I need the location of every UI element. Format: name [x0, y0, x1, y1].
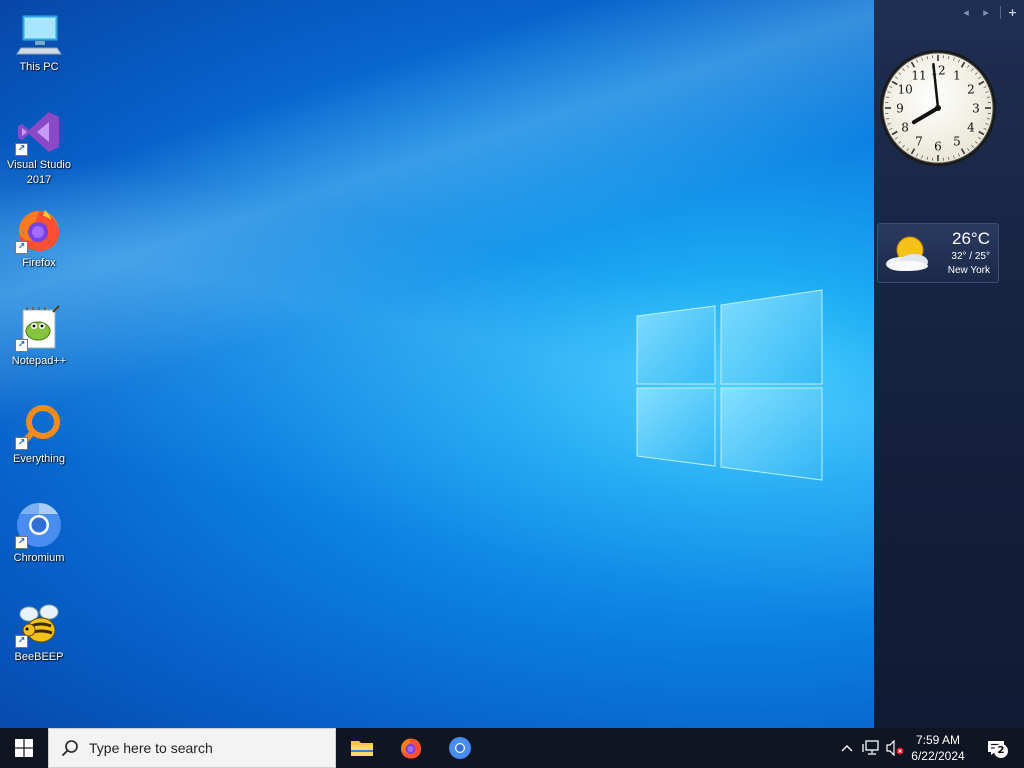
- taskbar: Type here to search 7:59 AM 6/22/2024 2: [0, 728, 1024, 768]
- desktop-icon-label: This PC: [19, 61, 59, 73]
- desktop-icon-label: Everything: [13, 453, 65, 465]
- computer-icon: [15, 10, 63, 58]
- clock-numeral: 3: [972, 102, 980, 116]
- clock-numeral: 2: [967, 83, 975, 97]
- desktop[interactable]: This PC ↗ Visual Studio 2017 ↗ Firefox ↗…: [0, 0, 1024, 728]
- everything-search-icon: ↗: [15, 402, 63, 450]
- notepadpp-icon: ↗: [15, 304, 63, 352]
- tray-date: 6/22/2024: [911, 749, 965, 763]
- desktop-icon-label: Firefox: [22, 257, 56, 269]
- clock-numeral: 8: [901, 121, 909, 135]
- desktop-icon-label: Notepad++: [11, 355, 67, 367]
- gadget-sidebar: ◂ ▸ + 12 1 2 3 4 5 6 7 8 9 10 11 26°C 32° / 25° New…: [874, 0, 1024, 728]
- folder-icon: [351, 741, 373, 756]
- clock-center-pin: [935, 105, 941, 111]
- shortcut-arrow-icon: ↗: [15, 437, 28, 450]
- network-icon: [862, 740, 879, 755]
- weather-gadget[interactable]: 26°C 32° / 25° New York: [877, 223, 999, 283]
- clock-numeral: 1: [953, 69, 961, 83]
- search-icon: [61, 740, 78, 757]
- sidebar-prev-button[interactable]: ◂: [960, 6, 972, 19]
- clock-numeral: 7: [915, 134, 923, 148]
- desktop-icon-beebeep[interactable]: ↗ BeeBEEP: [2, 596, 76, 686]
- shortcut-arrow-icon: ↗: [15, 143, 28, 156]
- action-center-button[interactable]: 2: [982, 728, 1010, 768]
- desktop-icon-visual-studio[interactable]: ↗ Visual Studio 2017: [2, 104, 76, 194]
- firefox-icon: ↗: [15, 206, 63, 254]
- sidebar-add-gadget-button[interactable]: +: [1000, 6, 1018, 19]
- shortcut-arrow-icon: ↗: [15, 635, 28, 648]
- sidebar-controls: ◂ ▸ +: [960, 6, 1018, 19]
- chromium-icon: [449, 737, 471, 759]
- shortcut-arrow-icon: ↗: [15, 241, 28, 254]
- clock-numeral: 6: [934, 140, 942, 154]
- clock-gadget[interactable]: 12 1234567891011: [878, 48, 998, 168]
- clock-numeral: 4: [967, 121, 975, 135]
- desktop-icon-notepadpp[interactable]: ↗ Notepad++: [2, 300, 76, 390]
- sidebar-next-button[interactable]: ▸: [980, 6, 992, 19]
- clock-numeral: 10: [897, 83, 912, 97]
- desktop-icon-firefox[interactable]: ↗ Firefox: [2, 202, 76, 292]
- start-button[interactable]: [0, 728, 48, 768]
- shortcut-arrow-icon: ↗: [15, 339, 28, 352]
- search-placeholder: Type here to search: [89, 740, 213, 756]
- windows-logo-wallpaper: [636, 289, 823, 481]
- beebeep-icon: ↗: [15, 600, 63, 648]
- weather-city: New York: [947, 265, 990, 276]
- firefox-icon: [401, 738, 421, 759]
- clock-numeral: 11: [911, 69, 926, 83]
- weather-temperature: 26°C: [952, 229, 990, 248]
- taskbar-firefox[interactable]: [387, 728, 435, 768]
- desktop-icon-chromium[interactable]: ↗ Chromium: [2, 497, 76, 587]
- partly-cloudy-icon: [886, 236, 928, 271]
- weather-range: 32° / 25°: [951, 251, 990, 262]
- clock-numeral: 5: [953, 134, 961, 148]
- desktop-icon-label: Visual Studio 2017: [2, 158, 76, 188]
- visual-studio-icon: ↗: [15, 108, 63, 156]
- taskbar-chromium[interactable]: [436, 728, 484, 768]
- taskbar-search-box[interactable]: Type here to search: [48, 728, 336, 768]
- wallpaper-light-beam: [0, 0, 1024, 728]
- desktop-icon-this-pc[interactable]: This PC: [2, 6, 76, 96]
- desktop-icon-everything[interactable]: ↗ Everything: [2, 398, 76, 488]
- tray-network[interactable]: [860, 728, 882, 768]
- tray-time: 7:59 AM: [915, 733, 961, 747]
- desktop-icon-label: BeeBEEP: [14, 651, 64, 663]
- tray-clock[interactable]: 7:59 AM 6/22/2024: [898, 732, 978, 764]
- clock-numeral: 9: [896, 102, 904, 116]
- chromium-icon: ↗: [15, 501, 63, 549]
- tray-show-hidden-icons[interactable]: [838, 728, 856, 768]
- windows-start-icon: [15, 739, 33, 757]
- chevron-up-icon: [841, 745, 853, 752]
- wallpaper-light-beam: [0, 0, 1024, 728]
- desktop-icon-label-text: Visual Studio 2017: [6, 159, 71, 186]
- taskbar-file-explorer[interactable]: [338, 728, 386, 768]
- shortcut-arrow-icon: ↗: [15, 536, 28, 549]
- notification-count-badge: 2: [994, 744, 1008, 758]
- desktop-icon-label: Chromium: [13, 552, 65, 564]
